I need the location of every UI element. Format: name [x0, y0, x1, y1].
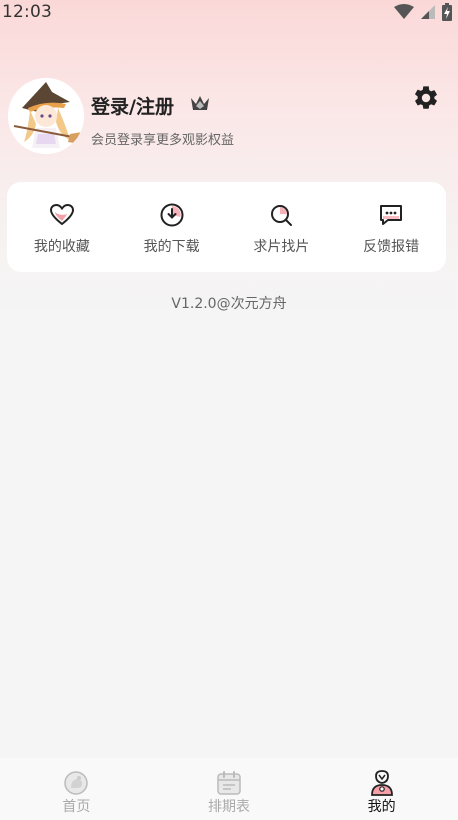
tab-home-label: 首页: [62, 799, 91, 815]
tab-schedule[interactable]: 排期表: [153, 758, 306, 820]
profile-header: 登录/注册 会员登录享更多观影权益: [0, 78, 458, 158]
quick-actions-card: 我的收藏 我的下载 求片找片 反馈报错: [7, 182, 446, 272]
calendar-icon: [217, 771, 241, 795]
request-movie-button[interactable]: 求片找片: [227, 182, 337, 272]
battery-icon: [442, 3, 452, 21]
avatar-illustration: [8, 78, 84, 154]
download-icon: [160, 203, 184, 227]
feedback-icon: [380, 205, 403, 225]
profile-icon: [370, 770, 393, 796]
feedback-button[interactable]: 反馈报错: [336, 182, 446, 272]
favorites-button[interactable]: 我的收藏: [7, 182, 117, 272]
favorites-label: 我的收藏: [33, 239, 90, 255]
downloads-button[interactable]: 我的下载: [117, 182, 227, 272]
crown-icon: [191, 96, 209, 110]
feedback-label: 反馈报错: [363, 239, 420, 255]
search-icon: [271, 205, 293, 226]
avatar[interactable]: [8, 78, 84, 154]
tab-home[interactable]: 首页: [0, 758, 153, 820]
login-register-link[interactable]: 登录/注册: [91, 92, 174, 119]
tab-profile[interactable]: 我的: [305, 758, 458, 820]
membership-subtitle: 会员登录享更多观影权益: [91, 133, 235, 148]
downloads-label: 我的下载: [143, 239, 200, 255]
heart-icon: [49, 203, 74, 226]
status-icons: [394, 3, 452, 21]
request-movie-label: 求片找片: [253, 239, 310, 255]
home-icon: [64, 771, 89, 795]
tab-schedule-label: 排期表: [208, 799, 250, 815]
status-time: 12:03: [2, 2, 52, 22]
signal-icon: [421, 5, 435, 19]
tab-profile-label: 我的: [367, 799, 396, 815]
version-text: V1.2.0@次元方舟: [171, 296, 287, 312]
bottom-nav: 首页 排期表 我的: [0, 758, 458, 820]
gear-icon[interactable]: [412, 84, 440, 112]
wifi-icon: [394, 4, 414, 19]
status-bar: 12:03: [0, 0, 458, 26]
